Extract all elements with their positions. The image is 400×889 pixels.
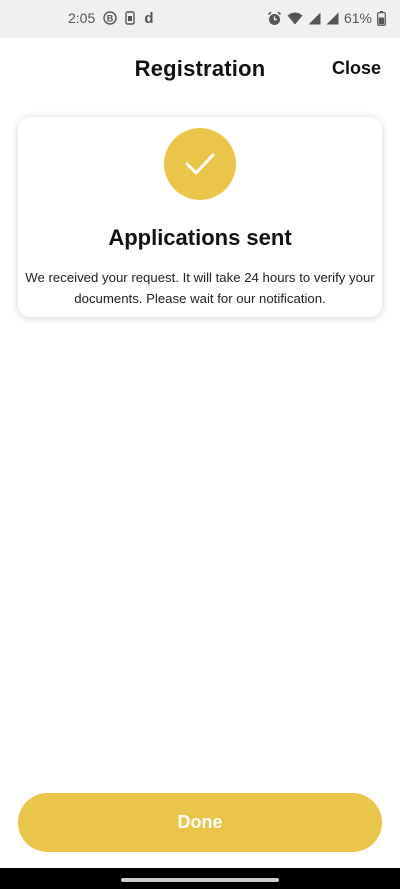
navigation-bar (0, 868, 400, 889)
status-right: 61% (267, 10, 386, 26)
svg-text:d: d (145, 11, 154, 25)
signal-icon (308, 12, 321, 25)
sim-icon (125, 11, 135, 25)
card-message: We received your request. It will take 2… (25, 270, 375, 306)
card-title: Applications sent (108, 225, 292, 250)
alarm-icon (267, 11, 282, 26)
wifi-icon (287, 12, 303, 25)
d-app-icon: d (143, 11, 155, 25)
b-circle-icon: B (103, 11, 117, 25)
confirmation-card: Applications sent We received your reque… (18, 117, 382, 317)
registration-screen: 2:05 B d 61% Registration Close Applicat… (0, 0, 400, 889)
header: Registration Close (0, 38, 400, 100)
status-time: 2:05 (68, 10, 96, 26)
svg-text:B: B (107, 14, 114, 24)
close-button[interactable]: Close (332, 58, 381, 79)
success-badge (164, 128, 236, 200)
done-button[interactable]: Done (18, 793, 382, 852)
battery-icon (377, 10, 386, 26)
status-bar: 2:05 B d 61% (0, 0, 400, 38)
signal-icon (326, 12, 339, 25)
battery-percent: 61% (343, 10, 372, 26)
status-left: 2:05 B d (68, 10, 155, 26)
checkmark-icon (185, 152, 215, 176)
home-indicator[interactable] (121, 878, 279, 882)
